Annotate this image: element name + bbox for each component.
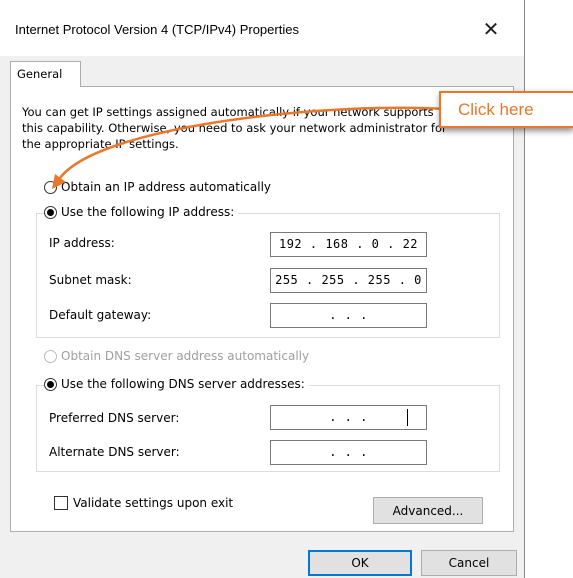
annotation-arrow — [52, 106, 447, 189]
click-here-callout: Click here — [439, 91, 573, 128]
